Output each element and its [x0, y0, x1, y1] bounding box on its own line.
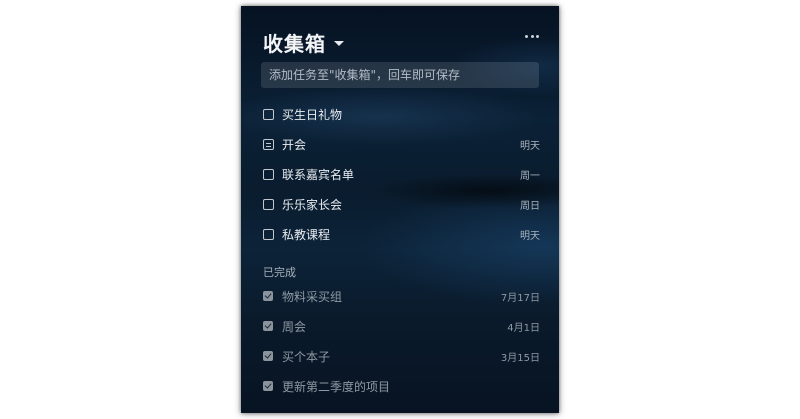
checked-box-icon[interactable]: [263, 291, 273, 301]
completed-task-row[interactable]: 周会 4月1日: [241, 311, 559, 341]
more-dot: [530, 34, 534, 38]
task-row[interactable]: 买生日礼物: [241, 99, 559, 129]
task-title: 联系嘉宾名单: [282, 167, 355, 182]
completed-task-row[interactable]: 更新第二季度的项目: [241, 371, 559, 401]
task-row[interactable]: 联系嘉宾名单 周一: [241, 159, 559, 189]
task-date: 周日: [520, 200, 540, 212]
inbox-panel: 收集箱 买生日礼物 开会 明天 联系嘉宾名单 周一: [241, 6, 559, 413]
task-date: 3月15日: [500, 352, 540, 364]
task-title: 买生日礼物: [282, 107, 343, 122]
task-date: 7月17日: [500, 292, 540, 304]
task-row[interactable]: 私教课程 明天: [241, 219, 559, 249]
completed-task-row[interactable]: 物料采买组 7月17日: [241, 281, 559, 311]
task-date: 明天: [520, 140, 540, 152]
completed-task-list: 物料采买组 7月17日 周会 4月1日 买个本子 3月15日 更新第二季度的项目: [241, 281, 559, 401]
caret-down-icon[interactable]: [334, 40, 344, 46]
checkbox-icon[interactable]: [263, 198, 274, 210]
task-date: 明天: [520, 230, 540, 242]
task-title: 物料采买组: [282, 289, 343, 304]
task-row[interactable]: 乐乐家长会 周日: [241, 189, 559, 219]
task-title: 私教课程: [282, 227, 331, 242]
task-row[interactable]: 开会 明天: [241, 129, 559, 159]
task-list: 买生日礼物 开会 明天 联系嘉宾名单 周一 乐乐家长会 周日 私教课程 明天: [241, 99, 559, 249]
more-dot: [525, 34, 528, 38]
checked-box-icon[interactable]: [263, 381, 273, 391]
checkbox-icon[interactable]: [263, 168, 274, 180]
task-date: 周一: [520, 170, 540, 182]
task-date: 4月1日: [507, 322, 540, 334]
more-icon[interactable]: [525, 33, 539, 39]
panel-header: 收集箱: [263, 27, 344, 57]
desktop-background: 收集箱 买生日礼物 开会 明天 联系嘉宾名单 周一: [0, 0, 800, 419]
checked-box-icon[interactable]: [263, 351, 273, 361]
task-title: 买个本子: [282, 349, 331, 364]
task-title: 周会: [282, 319, 307, 334]
page-title[interactable]: 收集箱: [263, 28, 326, 57]
task-title: 开会: [282, 137, 307, 152]
completed-task-row[interactable]: 买个本子 3月15日: [241, 341, 559, 371]
completed-section-label: 已完成: [263, 266, 296, 279]
task-title: 更新第二季度的项目: [282, 379, 391, 394]
note-checkbox-icon[interactable]: [263, 138, 274, 150]
checkbox-icon[interactable]: [263, 228, 274, 240]
more-dot: [536, 34, 539, 38]
checked-box-icon[interactable]: [263, 321, 273, 331]
checkbox-icon[interactable]: [263, 108, 274, 120]
task-title: 乐乐家长会: [282, 197, 343, 212]
add-task-input[interactable]: [261, 62, 539, 88]
